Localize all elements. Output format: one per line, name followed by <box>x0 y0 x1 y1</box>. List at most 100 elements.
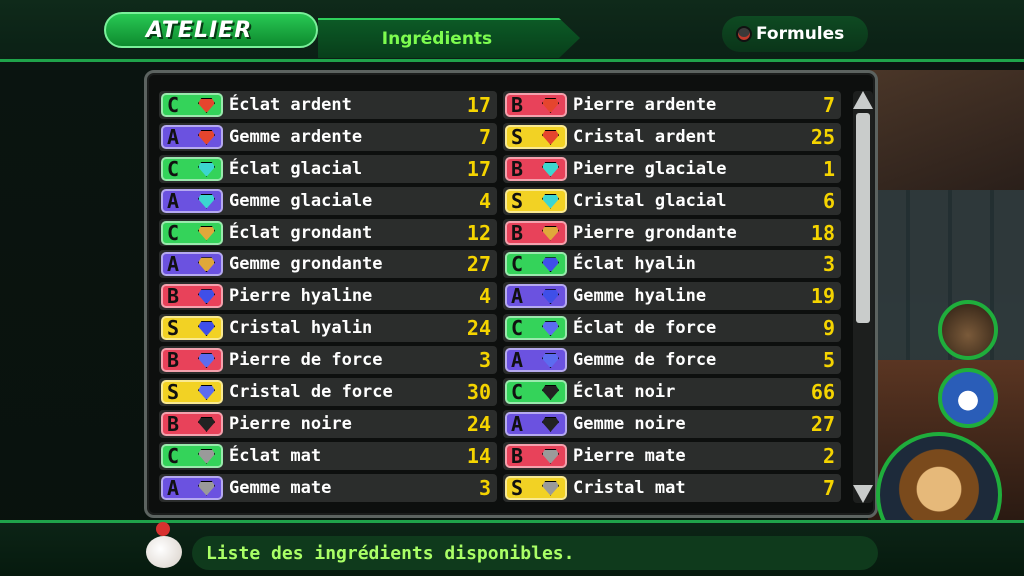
rank-badge: B <box>505 156 567 181</box>
ingredient-count: 14 <box>466 443 491 468</box>
ingredient-count: 17 <box>466 92 491 117</box>
ingredient-count: 6 <box>822 188 835 213</box>
ingredient-row[interactable]: S Cristal ardent 25 <box>503 122 841 151</box>
rank-badge: A <box>161 252 223 277</box>
rank-badge: S <box>161 379 223 404</box>
ingredient-count: 17 <box>466 156 491 181</box>
rank-letter: S <box>511 475 524 500</box>
gem-icon <box>198 129 215 145</box>
ingredient-row[interactable]: S Cristal glacial 6 <box>503 186 841 215</box>
ingredient-count: 30 <box>466 379 491 404</box>
ingredient-row[interactable]: B Pierre de force 3 <box>159 346 497 375</box>
gem-icon <box>198 353 215 369</box>
ingredient-row[interactable]: A Gemme hyaline 19 <box>503 282 841 311</box>
ingredient-row[interactable]: C Éclat grondant 12 <box>159 218 497 247</box>
moogle-icon <box>142 522 186 572</box>
ingredient-name: Pierre de force <box>229 350 383 371</box>
tab-formules[interactable]: Formules <box>722 16 868 52</box>
help-message: Liste des ingrédients disponibles. <box>206 542 575 564</box>
ingredient-count: 5 <box>822 348 835 373</box>
rank-letter: S <box>511 188 524 213</box>
rank-badge: S <box>505 124 567 149</box>
scroll-up-arrow-icon[interactable] <box>853 91 873 109</box>
rank-badge: S <box>505 188 567 213</box>
ingredient-name: Gemme noire <box>573 413 686 434</box>
gem-icon <box>542 353 559 369</box>
rank-badge: A <box>505 411 567 436</box>
ingredient-row[interactable]: C Éclat noir 66 <box>503 378 841 406</box>
rank-badge: C <box>161 156 223 181</box>
ingredient-count: 66 <box>810 379 835 404</box>
ingredient-row[interactable]: A Gemme glaciale 4 <box>159 186 497 215</box>
rank-badge: C <box>505 252 567 277</box>
ingredient-row[interactable]: S Cristal hyalin 24 <box>159 314 497 343</box>
rank-badge: S <box>161 316 223 341</box>
rank-badge: C <box>161 443 223 468</box>
ingredient-row[interactable]: B Pierre ardente 7 <box>503 91 841 119</box>
rank-badge: C <box>505 316 567 341</box>
rank-letter: C <box>511 379 524 404</box>
ingredient-row[interactable]: B Pierre hyaline 4 <box>159 282 497 311</box>
scroll-thumb[interactable] <box>856 113 870 323</box>
gem-icon <box>542 129 559 145</box>
tab-ingredients[interactable]: Ingrédients <box>318 18 580 58</box>
gem-icon <box>198 321 215 337</box>
rank-letter: C <box>167 156 180 181</box>
ingredient-count: 3 <box>822 252 835 277</box>
ingredient-row[interactable]: A Gemme grondante 27 <box>159 250 497 279</box>
ingredient-name: Éclat grondant <box>229 222 373 243</box>
ingredient-count: 1 <box>822 156 835 181</box>
rank-badge: B <box>161 348 223 373</box>
ingredient-row[interactable]: A Gemme de force 5 <box>503 346 841 375</box>
moogle-pom <box>156 522 170 536</box>
ingredient-count: 7 <box>822 92 835 117</box>
gem-icon <box>198 448 215 464</box>
rank-letter: A <box>167 124 180 149</box>
ingredient-name: Cristal de force <box>229 381 393 402</box>
scroll-down-arrow-icon[interactable] <box>853 485 873 503</box>
ingredient-name: Éclat ardent <box>229 94 352 115</box>
ingredient-row[interactable]: C Éclat ardent 17 <box>159 91 497 119</box>
ingredient-row[interactable]: B Pierre glaciale 1 <box>503 154 841 183</box>
gem-icon <box>198 257 215 273</box>
gem-icon <box>542 161 559 177</box>
rank-letter: A <box>167 475 180 500</box>
ingredient-row[interactable]: B Pierre mate 2 <box>503 441 841 470</box>
ingredient-row[interactable]: S Cristal mat 7 <box>503 473 841 502</box>
ingredient-row[interactable]: S Cristal de force 30 <box>159 378 497 406</box>
tab-formules-label: Formules <box>756 24 845 44</box>
ingredient-row[interactable]: C Éclat de force 9 <box>503 314 841 343</box>
ingredient-name: Éclat hyalin <box>573 254 696 275</box>
tab-ingredients-label: Ingrédients <box>381 29 493 49</box>
ingredient-name: Pierre glaciale <box>573 158 727 179</box>
gem-icon <box>542 480 559 496</box>
ingredient-name: Cristal hyalin <box>229 318 373 339</box>
rank-badge: B <box>505 443 567 468</box>
ingredient-name: Cristal mat <box>573 477 686 498</box>
rank-badge: C <box>161 220 223 245</box>
ingredient-row[interactable]: B Pierre grondante 18 <box>503 218 841 247</box>
gem-icon <box>542 384 559 400</box>
ingredient-row[interactable]: B Pierre noire 24 <box>159 409 497 438</box>
ingredient-row[interactable]: A Gemme mate 3 <box>159 473 497 502</box>
ingredient-count: 2 <box>822 443 835 468</box>
rank-badge: B <box>161 284 223 309</box>
gem-icon <box>198 225 215 241</box>
ingredient-name: Gemme mate <box>229 477 332 498</box>
rank-letter: S <box>167 316 180 341</box>
ingredient-name: Pierre mate <box>573 445 686 466</box>
ingredient-name: Gemme de force <box>573 350 717 371</box>
ingredient-row[interactable]: A Gemme ardente 7 <box>159 122 497 151</box>
ingredient-row[interactable]: C Éclat glacial 17 <box>159 154 497 183</box>
ingredient-name: Éclat mat <box>229 445 322 466</box>
rank-letter: A <box>511 284 524 309</box>
gem-icon <box>198 384 215 400</box>
gem-icon <box>198 193 215 209</box>
gem-icon <box>198 161 215 177</box>
ingredient-row[interactable]: C Éclat hyalin 3 <box>503 250 841 279</box>
ingredient-count: 9 <box>822 316 835 341</box>
ingredient-row[interactable]: A Gemme noire 27 <box>503 409 841 438</box>
ingredient-row[interactable]: C Éclat mat 14 <box>159 441 497 470</box>
gem-icon <box>542 225 559 241</box>
scrollbar[interactable] <box>853 91 873 503</box>
